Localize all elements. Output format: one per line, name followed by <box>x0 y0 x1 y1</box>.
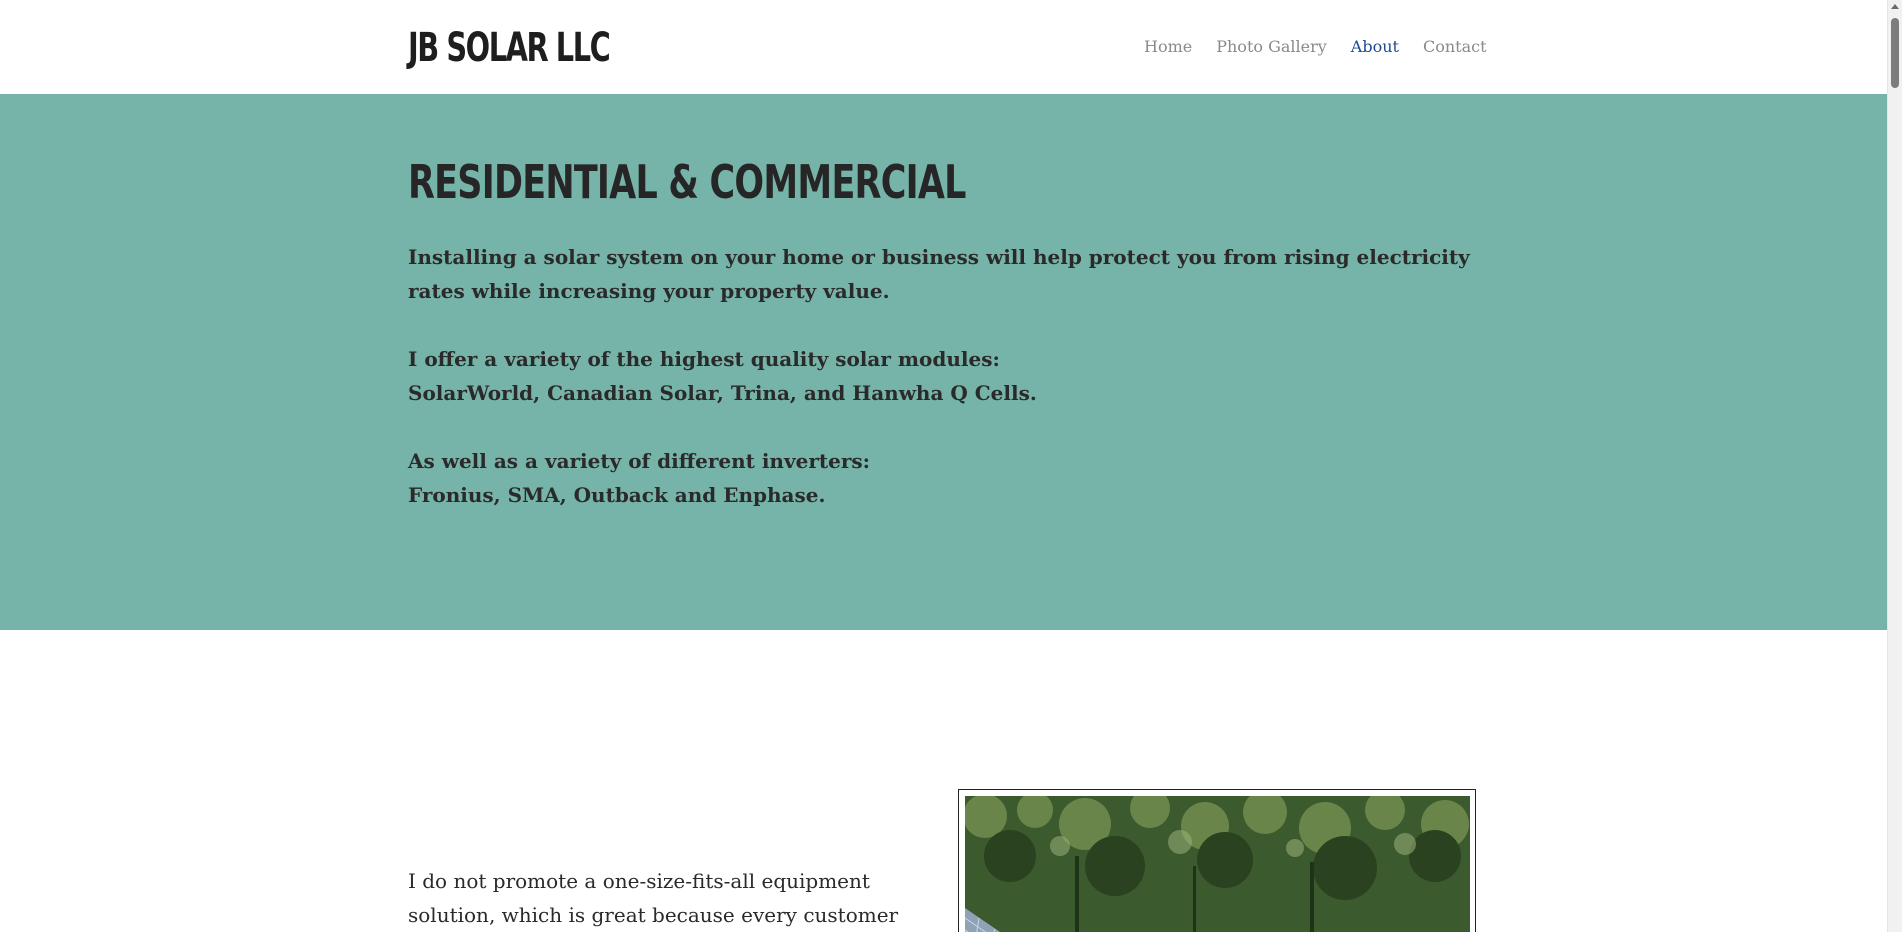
hero-section: RESIDENTIAL & COMMERCIAL Installing a so… <box>0 94 1887 630</box>
site-logo[interactable]: JB SOLAR LLC <box>408 24 611 72</box>
equipment-philosophy-text: I do not promote a one-size-fits-all equ… <box>408 864 928 932</box>
modules-heading: I offer a variety of the highest quality… <box>408 347 1000 371</box>
hero-paragraph-modules: I offer a variety of the highest quality… <box>408 342 1478 410</box>
nav-about[interactable]: About <box>1351 36 1399 58</box>
nav-photo-gallery[interactable]: Photo Gallery <box>1216 36 1327 58</box>
main-nav: Home Photo Gallery About Contact <box>1144 36 1487 58</box>
nav-home[interactable]: Home <box>1144 36 1192 58</box>
inverters-list: Fronius, SMA, Outback and Enphase. <box>408 483 826 507</box>
trees-and-panels-image <box>965 796 1470 932</box>
site-header: JB SOLAR LLC Home Photo Gallery About Co… <box>0 0 1887 94</box>
hero-paragraph-intro: Installing a solar system on your home o… <box>408 240 1478 308</box>
modules-list: SolarWorld, Canadian Solar, Trina, and H… <box>408 381 1037 405</box>
hero-text: Installing a solar system on your home o… <box>408 240 1478 546</box>
hero-intro-line: Installing a solar system on your home o… <box>408 245 1470 303</box>
solar-photo-frame <box>958 789 1476 932</box>
scroll-up-arrow-icon[interactable] <box>1891 4 1899 9</box>
page-scrollbar[interactable] <box>1887 0 1902 932</box>
scrollbar-thumb[interactable] <box>1891 18 1899 88</box>
inverters-heading: As well as a variety of different invert… <box>408 449 871 473</box>
solar-installation-photo <box>965 796 1470 932</box>
equipment-paragraph: I do not promote a one-size-fits-all equ… <box>408 869 899 927</box>
nav-contact[interactable]: Contact <box>1423 36 1487 58</box>
hero-title: RESIDENTIAL & COMMERCIAL <box>408 155 966 209</box>
hero-paragraph-inverters: As well as a variety of different invert… <box>408 444 1478 512</box>
